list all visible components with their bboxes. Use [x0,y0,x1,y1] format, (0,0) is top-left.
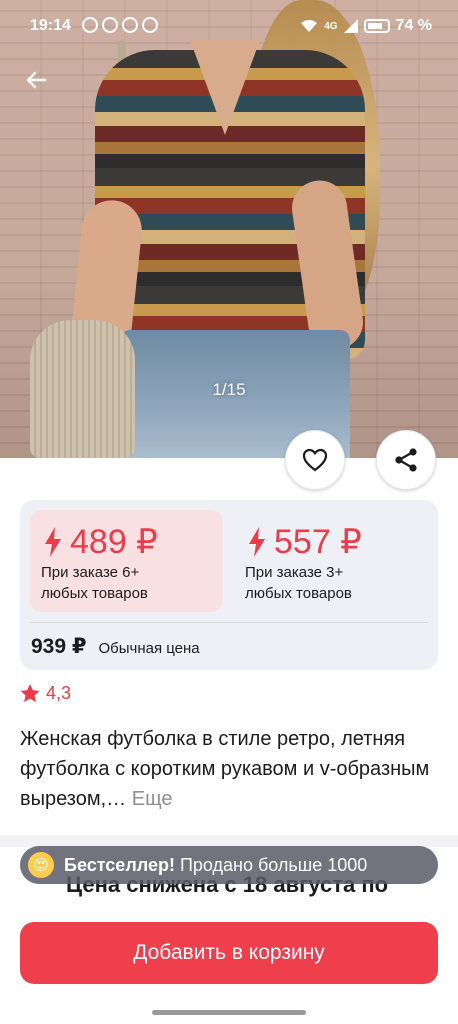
star-icon [20,684,40,702]
tier-condition-line: любых товаров [245,585,352,602]
badge-title: Бестселлер! [64,854,175,875]
wifi-icon [301,20,318,32]
battery-level: 74 % [395,17,432,34]
regular-price: 939 ₽ Обычная цена [31,634,200,659]
lightning-icon [45,527,61,557]
network-type: 4G [324,20,338,32]
more-link[interactable]: Еще [132,788,173,810]
lightning-icon [249,527,265,557]
battery-icon [363,19,390,33]
tier-condition: При заказе 6+ любых товаров [41,562,148,604]
signal-icon [343,19,358,33]
tier-price-value: 557 ₽ [274,523,362,561]
messenger-icon [122,17,138,33]
share-button[interactable] [376,430,436,490]
badge-text: Бестселлер! Продано больше 1000 [64,855,367,876]
rating[interactable]: 4,3 [20,683,71,704]
telegram-icon [82,17,98,33]
status-bar: 19:14 4G 74 % [0,0,458,48]
arrow-left-icon [26,71,47,89]
back-button[interactable] [20,64,52,96]
status-time: 19:14 [30,17,71,34]
yandex-icon [102,17,118,33]
price-card: 489 ₽ При заказе 6+ любых товаров 557 ₽ … [20,500,438,670]
product-title-text: Женская футболка в стиле ретро, летняя ф… [20,728,430,810]
tier-condition-line: При заказе 3+ [245,564,344,581]
heart-eyes-emoji-icon: 😍 [28,852,54,878]
favorite-button[interactable] [285,430,345,490]
bestseller-badge: 😍 Бестселлер! Продано больше 1000 [20,846,438,884]
tier-condition: При заказе 3+ любых товаров [245,562,352,604]
rating-value: 4,3 [46,683,72,703]
divider [30,622,428,623]
tier-price-value: 489 ₽ [70,523,158,561]
notification-icons [82,17,158,33]
add-to-cart-button[interactable]: Добавить в корзину [20,922,438,984]
regular-price-value: 939 ₽ [31,635,87,658]
tier-price: 557 ₽ [248,522,362,562]
tier-price: 489 ₽ [44,522,158,562]
share-icon [395,448,417,472]
heart-icon [302,448,328,472]
badge-subtitle: Продано больше 1000 [179,854,368,875]
home-indicator [152,1010,306,1015]
tier-condition-line: При заказе 6+ [41,564,140,581]
product-image[interactable]: 1/15 [0,0,458,458]
price-tier-6plus[interactable]: 489 ₽ При заказе 6+ любых товаров [30,510,223,612]
price-tier-3plus[interactable]: 557 ₽ При заказе 3+ любых товаров [234,510,427,612]
status-right: 4G 74 % [300,17,432,35]
tier-condition-line: любых товаров [41,585,148,602]
gallery-counter: 1/15 [212,380,246,399]
regular-price-label: Обычная цена [98,640,200,657]
product-title: Женская футболка в стиле ретро, летняя ф… [20,724,440,814]
wb-icon [142,17,158,33]
